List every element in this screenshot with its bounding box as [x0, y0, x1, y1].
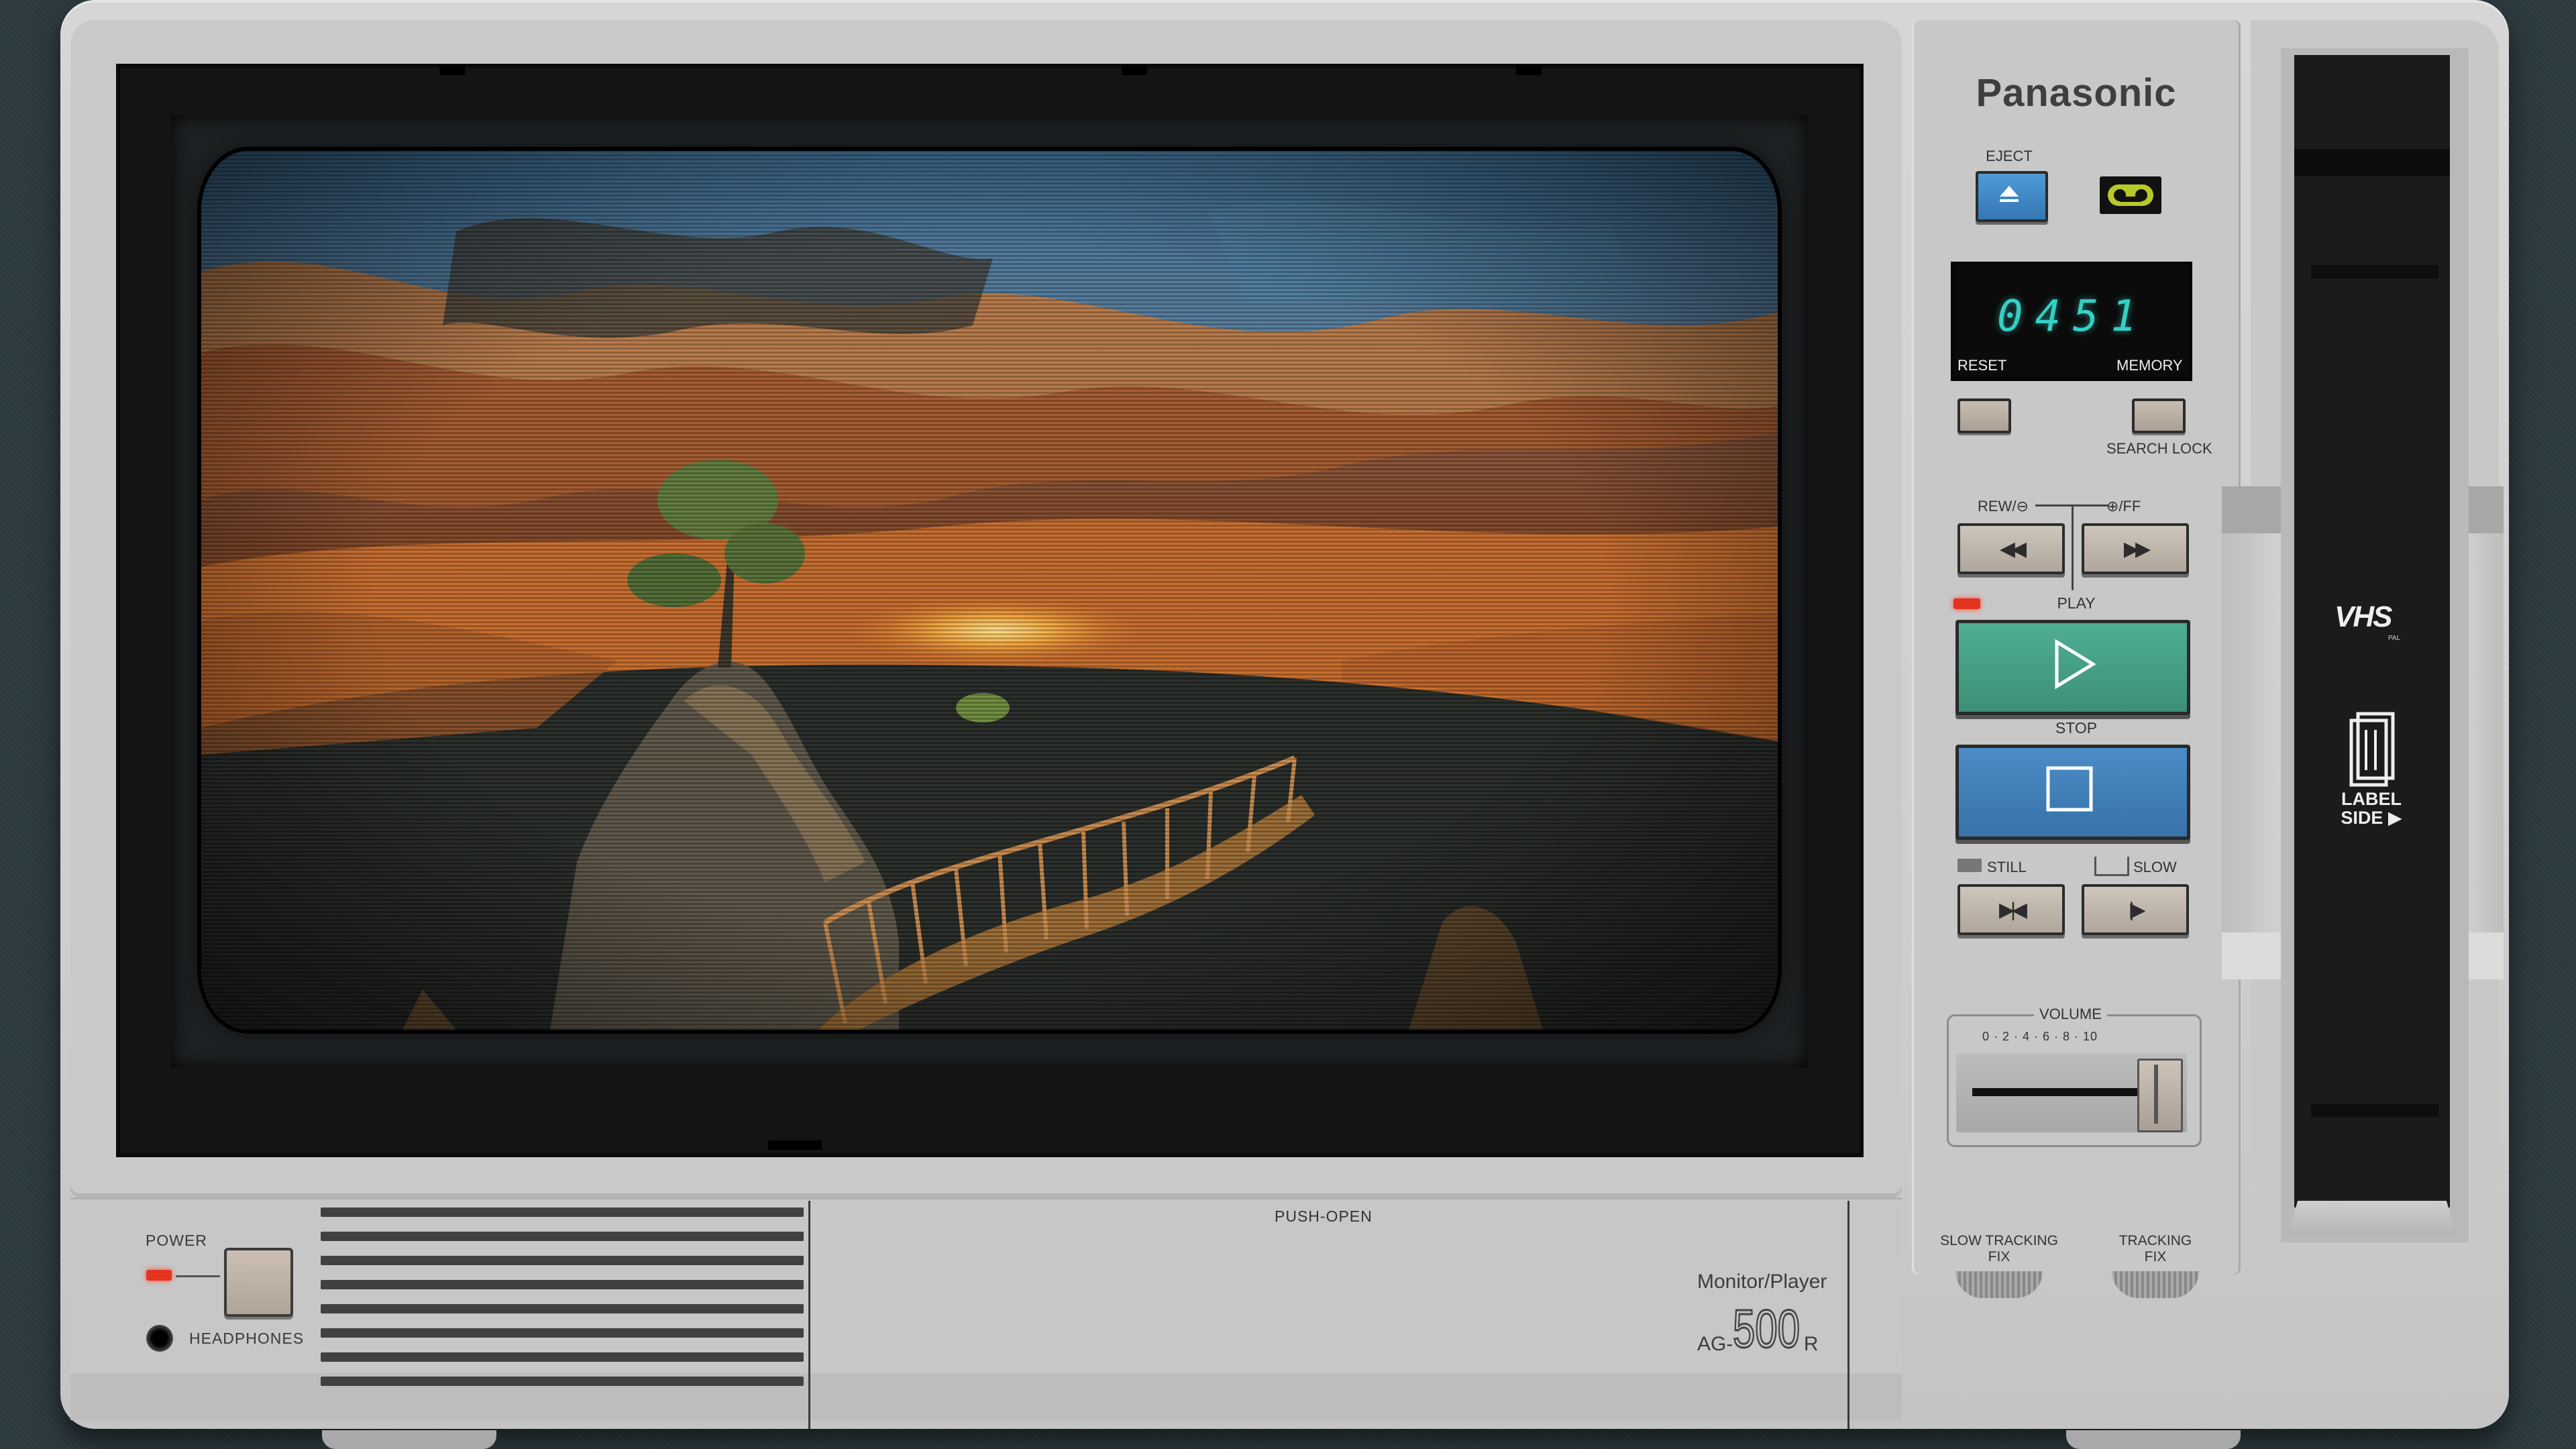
- push-open-label[interactable]: PUSH-OPEN: [1275, 1208, 1373, 1226]
- search-lock-label: SEARCH LOCK: [2106, 440, 2212, 457]
- volume-scale: 0 · 2 · 4 · 6 · 8 · 10: [1982, 1030, 2098, 1043]
- volume-slider-handle[interactable]: [2137, 1059, 2183, 1132]
- eject-icon: [2000, 186, 2019, 202]
- tape-counter-digits: 0451: [1996, 292, 2149, 341]
- device-foot-left: [322, 1430, 496, 1449]
- slow-tracking-text: SLOW TRACKING: [1940, 1233, 2058, 1248]
- panel-divider: [1847, 1201, 1849, 1429]
- crt-screen[interactable]: [201, 151, 1778, 1030]
- bezel-notch: [1122, 66, 1147, 75]
- speaker-grille: [321, 1208, 804, 1414]
- volume-label: VOLUME: [2034, 1006, 2107, 1023]
- play-button[interactable]: [1955, 620, 2190, 715]
- power-label: POWER: [146, 1232, 207, 1249]
- still-button[interactable]: ▶|◀: [1957, 884, 2065, 935]
- crt-vignette: [201, 151, 1778, 1030]
- cassette-slot-line: [2311, 265, 2438, 278]
- bezel-notch: [768, 1140, 822, 1150]
- bay-rail-stop: [2222, 486, 2284, 533]
- headphones-label: HEADPHONES: [189, 1330, 305, 1347]
- label-side-line-1: LABEL: [2341, 789, 2402, 809]
- slow-tracking-fix-text: FIX: [1988, 1249, 2010, 1265]
- still-icon: ▶|◀: [1999, 898, 2027, 921]
- stop-icon: [2046, 766, 2093, 812]
- rewind-button[interactable]: ◀◀: [1957, 523, 2065, 574]
- slow-icon: |▶: [2129, 898, 2146, 921]
- model-line: Monitor/Player: [1697, 1271, 1827, 1293]
- brand-logo: Panasonic: [1976, 71, 2177, 115]
- cassette-icon: [2108, 184, 2153, 206]
- model-number: AG- 500 R: [1697, 1298, 1819, 1360]
- power-button[interactable]: [224, 1248, 293, 1317]
- still-indicator-icon: [1957, 859, 1982, 872]
- slow-tracking-label: SLOW TRACKING FIX: [1932, 1233, 2066, 1265]
- slow-button[interactable]: |▶: [2082, 884, 2189, 935]
- volume-level-fill: [1972, 1088, 2149, 1096]
- reset-button[interactable]: [1957, 398, 2011, 433]
- fast-forward-icon: ▶▶: [2123, 537, 2151, 560]
- bay-rail-stop: [2222, 932, 2284, 979]
- slow-indicator-icon: [2094, 857, 2129, 876]
- still-label: STILL: [1987, 859, 2027, 875]
- memory-button[interactable]: [2132, 398, 2186, 433]
- bezel-notch: [1516, 66, 1542, 75]
- bay-side-rail-left: [2222, 488, 2284, 979]
- panel-divider: [808, 1201, 810, 1429]
- eject-button[interactable]: [1976, 171, 2048, 222]
- tracking-fix-text: FIX: [2144, 1249, 2167, 1265]
- play-icon: [2055, 639, 2096, 690]
- vhs-logo: VHS: [2334, 600, 2392, 633]
- power-connector-line: [176, 1275, 220, 1277]
- ff-label: ⊕/FF: [2106, 498, 2141, 515]
- device-foot-right: [2066, 1430, 2241, 1449]
- tracking-knob[interactable]: [2112, 1271, 2199, 1298]
- stop-label: STOP: [2055, 719, 2098, 737]
- cassette-insert-icon: [2346, 710, 2397, 792]
- counter-reset-label: RESET: [1957, 357, 2007, 374]
- bezel-notch: [439, 66, 465, 75]
- model-suffix: R: [1803, 1333, 1819, 1355]
- slow-tracking-knob[interactable]: [1955, 1271, 2043, 1298]
- label-side-text: LABEL SIDE ▶: [2328, 790, 2415, 827]
- headphones-jack[interactable]: [146, 1325, 173, 1352]
- vhs-pal-text: PAL: [2388, 635, 2401, 642]
- eject-label: EJECT: [1986, 148, 2033, 164]
- rewind-icon: ◀◀: [1999, 537, 2027, 560]
- play-label: PLAY: [2057, 594, 2096, 612]
- rew-ff-bracket-stem: [2072, 504, 2074, 590]
- slow-label: SLOW: [2133, 859, 2177, 875]
- tracking-text: TRACKING: [2118, 1233, 2192, 1248]
- label-side-line-2: SIDE ▶: [2341, 808, 2402, 828]
- cassette-slot-line: [2311, 1104, 2438, 1117]
- power-led: [146, 1270, 172, 1281]
- model-prefix: AG-: [1697, 1333, 1733, 1355]
- cassette-slot-band: [2294, 149, 2450, 176]
- stop-button[interactable]: [1955, 745, 2190, 840]
- model-digits: 500: [1732, 1298, 1801, 1360]
- tape-indicator: [2100, 176, 2161, 214]
- fast-forward-button[interactable]: ▶▶: [2082, 523, 2189, 574]
- tracking-label: TRACKING FIX: [2088, 1233, 2222, 1265]
- cassette-slot-lip: [2288, 1201, 2457, 1236]
- counter-memory-label: MEMORY: [2116, 357, 2183, 374]
- rew-label: REW/⊖: [1978, 498, 2029, 515]
